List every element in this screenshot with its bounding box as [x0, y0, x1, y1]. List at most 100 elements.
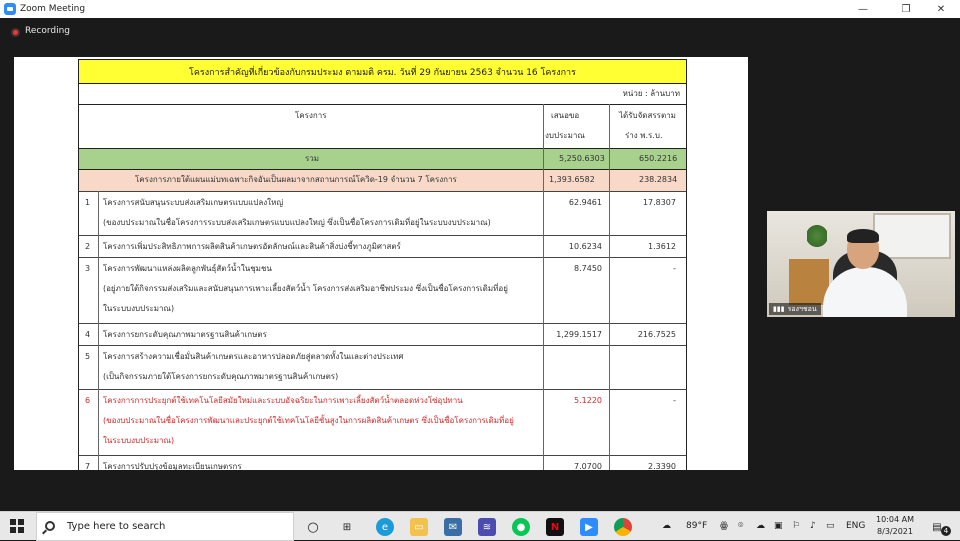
restore-button[interactable]: ❐	[889, 0, 923, 18]
taskbar-search[interactable]: Type here to search	[36, 512, 294, 541]
netflix-icon[interactable]: N	[546, 518, 564, 536]
row-text: (ของบประมาณในชื่อโครงการพัฒนาและประยุกต์…	[103, 416, 514, 425]
edge-icon[interactable]: e	[376, 518, 394, 536]
row-number: 7	[85, 462, 91, 470]
table-row: 3 โครงการพัฒนาแหล่งผลิตลูกพันธุ์สัตว์น้ำใ…	[78, 257, 687, 323]
task-view-icon[interactable]: ○	[304, 518, 322, 536]
row-received: 17.8307	[642, 198, 676, 207]
row-number: 4	[85, 330, 91, 339]
header-proposed-2: งบประมาณ	[545, 131, 585, 140]
header-proposed-1: เสนอขอ	[551, 111, 580, 120]
row-text: ในระบบงบประมาณ)	[103, 436, 175, 445]
row-received: -	[673, 396, 676, 405]
zoom-logo-icon	[4, 3, 16, 15]
participant-video[interactable]: ▮▮▮ รองฯชอน	[767, 211, 955, 317]
weather-icon[interactable]: ☁	[662, 521, 671, 531]
app-icon[interactable]: ≋	[478, 518, 496, 536]
row-proposed: 5.1220	[574, 396, 602, 405]
security-icon[interactable]: ▣	[774, 521, 783, 531]
col-divider-project	[543, 104, 544, 470]
table-row: 4 โครงการยกระดับคุณภาพมาตรฐานสินค้าเกษตร 1…	[78, 323, 687, 345]
row-received: -	[673, 264, 676, 273]
row-received: 1.3612	[648, 242, 676, 251]
minimize-button[interactable]: —	[846, 0, 880, 18]
clock[interactable]: 10:04 AM 8/3/2021	[876, 514, 914, 538]
signal-icon: ▮▮▮	[773, 305, 785, 313]
header-received-2: ร่าง พ.ร.บ.	[625, 131, 663, 140]
row-text: (เป็นกิจกรรมภายใต้โครงการยกระดับคุณภาพมา…	[103, 372, 339, 381]
line-icon[interactable]: ●	[512, 518, 530, 536]
table-row: 5 โครงการสร้างความเชื่อมั่นสินค้าเกษตรและ…	[78, 345, 687, 389]
row-proposed: 1,299.1517	[556, 330, 602, 339]
total-proposed: 5,250.6303	[559, 154, 605, 163]
participant-hair	[847, 229, 879, 243]
zoom-taskbar-icon[interactable]: ▶	[580, 518, 598, 536]
row-text: โครงการการประยุกต์ใช้เทคโนโลยีสมัยใหม่แล…	[103, 396, 463, 405]
meet-icon[interactable]: ⌾	[738, 521, 743, 531]
row-number: 6	[85, 396, 91, 405]
clock-time: 10:04 AM	[876, 515, 914, 524]
row-text: โครงการสนับสนุนระบบส่งเสริมเกษตรแบบแปลงใ…	[103, 198, 284, 207]
row-number: 3	[85, 264, 91, 273]
language-indicator[interactable]: ENG	[846, 521, 865, 531]
table-title: โครงการสำคัญที่เกี่ยวข้องกับกรมประมง ตาม…	[78, 59, 687, 84]
window-title: Zoom Meeting	[20, 4, 86, 14]
row-proposed: 7.0700	[574, 462, 602, 470]
onedrive-icon[interactable]: ☁	[756, 521, 765, 531]
total-label: รวม	[305, 154, 320, 163]
battery-icon[interactable]: ▭	[826, 521, 835, 531]
chrome-icon[interactable]	[614, 518, 632, 536]
row-proposed: 62.9461	[568, 198, 602, 207]
row-text: โครงการพัฒนาแหล่งผลิตลูกพันธุ์สัตว์น้ำใน…	[103, 264, 272, 273]
col-divider-proposed	[609, 104, 610, 470]
row-text: ในระบบงบประมาณ)	[103, 304, 175, 313]
header-received-1: ได้รับจัดสรรตาม	[619, 111, 676, 120]
row-text: โครงการเพิ่มประสิทธิภาพการผลิตสินค้าเกษต…	[103, 242, 401, 251]
window-titlebar: Zoom Meeting — ❐ ✕	[0, 0, 960, 18]
windows-taskbar: Type here to search ○ ⊞ e ▭ ✉ ≋ ● N ▶ ☁ …	[0, 511, 960, 541]
weather-temp[interactable]: 89°F	[686, 521, 707, 531]
widgets-icon[interactable]: ⊞	[338, 518, 356, 536]
people-icon[interactable]: ꙮ	[720, 521, 728, 531]
row-text: (ของบประมาณในชื่อโครงการระบบส่งเสริมเกษต…	[103, 218, 491, 227]
row-received: 2.3390	[648, 462, 676, 470]
recording-label[interactable]: Recording	[25, 26, 70, 36]
unit-row: หน่วย : ล้านบาท	[78, 84, 687, 104]
row-received: 216.7525	[637, 330, 676, 339]
row-number: 2	[85, 242, 91, 251]
row-number: 1	[85, 198, 91, 207]
video-window	[873, 213, 951, 259]
row-text: โครงการยกระดับคุณภาพมาตรฐานสินค้าเกษตร	[103, 330, 267, 339]
col-divider-no	[98, 191, 99, 470]
header-row: โครงการ เสนอขอ งบประมาณ ได้รับจัดสรรตาม …	[78, 104, 687, 148]
file-explorer-icon[interactable]: ▭	[410, 518, 428, 536]
recording-bar: Recording	[0, 18, 960, 48]
row-text: (อยู่ภายใต้กิจกรรมส่งเสริมและสนับสนุนการ…	[103, 284, 508, 293]
network-icon[interactable]: ⚐	[792, 521, 800, 531]
recording-icon[interactable]	[11, 28, 20, 37]
unit-label: หน่วย : ล้านบาท	[622, 89, 680, 98]
start-button[interactable]	[10, 519, 24, 533]
group-received: 238.2834	[639, 175, 678, 184]
row-text: โครงการปรับปรุงข้อมูลทะเบียนเกษตรกร	[103, 462, 242, 470]
row-proposed: 8.7450	[574, 264, 602, 273]
close-button[interactable]: ✕	[924, 0, 958, 18]
table-row: 2 โครงการเพิ่มประสิทธิภาพการผลิตสินค้าเกษ…	[78, 235, 687, 257]
shared-screen: โครงการสำคัญที่เกี่ยวข้องกับกรมประมง ตาม…	[14, 57, 748, 470]
group-label: โครงการภายใต้แผนแม่บทเฉพาะกิจอันเป็นผลมา…	[135, 175, 457, 184]
volume-icon[interactable]: ♪	[810, 521, 816, 531]
row-proposed: 10.6234	[568, 242, 602, 251]
group-proposed: 1,393.6582	[549, 175, 595, 184]
participant-name-label: ▮▮▮ รองฯชอน	[769, 303, 821, 315]
table-row: 1 โครงการสนับสนุนระบบส่งเสริมเกษตรแบบแปลง…	[78, 191, 687, 235]
video-plant	[807, 221, 827, 251]
group-row: โครงการภายใต้แผนแม่บทเฉพาะกิจอันเป็นผลมา…	[78, 169, 687, 191]
notification-count: 4	[941, 526, 951, 536]
row-number: 5	[85, 352, 91, 361]
search-placeholder: Type here to search	[67, 521, 166, 532]
participant-name: รองฯชอน	[787, 304, 817, 313]
mail-icon[interactable]: ✉	[444, 518, 462, 536]
header-project: โครงการ	[295, 111, 327, 120]
table-row: 7 โครงการปรับปรุงข้อมูลทะเบียนเกษตรกร 7.07…	[78, 455, 687, 470]
total-received: 650.2216	[639, 154, 678, 163]
